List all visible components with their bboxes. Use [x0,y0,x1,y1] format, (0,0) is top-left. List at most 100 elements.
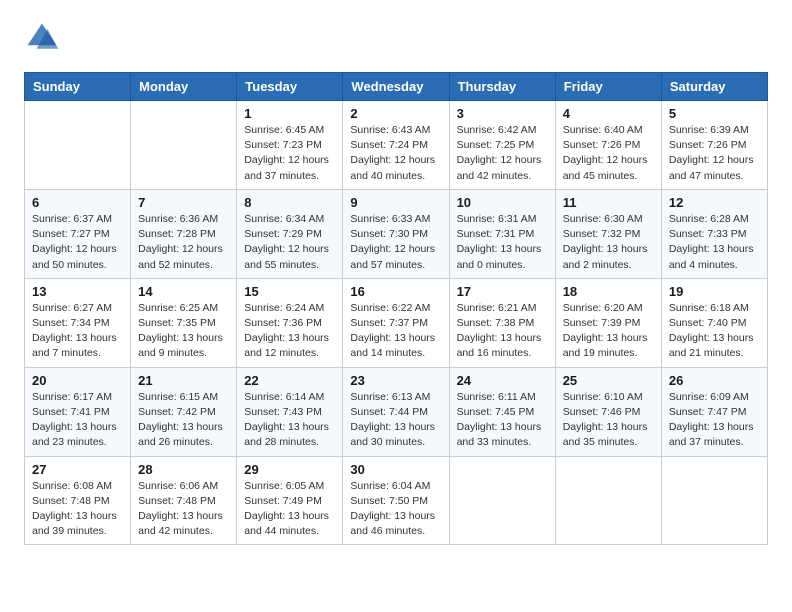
day-info: Sunrise: 6:08 AM Sunset: 7:48 PM Dayligh… [32,479,123,540]
calendar-cell: 2 Sunrise: 6:43 AM Sunset: 7:24 PM Daylig… [343,101,449,190]
day-header-wednesday: Wednesday [343,73,449,101]
calendar-cell: 12Sunrise: 6:28 AM Sunset: 7:33 PM Dayli… [661,189,767,278]
logo-icon [24,20,60,56]
day-header-thursday: Thursday [449,73,555,101]
day-header-monday: Monday [131,73,237,101]
day-number: 21 [138,373,229,388]
calendar-cell: 18 Sunrise: 6:20 AM Sunset: 7:39 PM Dayli… [555,278,661,367]
day-info: Sunrise: 6:17 AM Sunset: 7:41 PM Dayligh… [32,390,123,451]
calendar-week-3: 13Sunrise: 6:27 AM Sunset: 7:34 PM Dayli… [25,278,768,367]
day-info: Sunrise: 6:42 AM Sunset: 7:25 PM Dayligh… [457,123,548,184]
day-info: Sunrise: 6:21 AM Sunset: 7:38 PM Dayligh… [457,301,548,362]
day-number: 25 [563,373,654,388]
day-number: 3 [457,106,548,121]
calendar-cell: 24Sunrise: 6:11 AM Sunset: 7:45 PM Dayli… [449,367,555,456]
calendar-cell: 4 Sunrise: 6:40 AM Sunset: 7:26 PM Daylig… [555,101,661,190]
day-info: Sunrise: 6:33 AM Sunset: 7:30 PM Dayligh… [350,212,441,273]
calendar-cell: 14Sunrise: 6:25 AM Sunset: 7:35 PM Dayli… [131,278,237,367]
calendar-cell: 5 Sunrise: 6:39 AM Sunset: 7:26 PM Daylig… [661,101,767,190]
day-number: 18 [563,284,654,299]
calendar-cell: 16 Sunrise: 6:22 AM Sunset: 7:37 PM Dayli… [343,278,449,367]
day-info: Sunrise: 6:20 AM Sunset: 7:39 PM Dayligh… [563,301,654,362]
day-number: 7 [138,195,229,210]
day-info: Sunrise: 6:18 AM Sunset: 7:40 PM Dayligh… [669,301,760,362]
calendar-cell: 20 Sunrise: 6:17 AM Sunset: 7:41 PM Dayli… [25,367,131,456]
calendar-header-row: SundayMondayTuesdayWednesdayThursdayFrid… [25,73,768,101]
day-header-tuesday: Tuesday [237,73,343,101]
calendar-cell: 9 Sunrise: 6:33 AM Sunset: 7:30 PM Daylig… [343,189,449,278]
calendar-cell [449,456,555,545]
calendar-header: SundayMondayTuesdayWednesdayThursdayFrid… [25,73,768,101]
calendar-cell: 28 Sunrise: 6:06 AM Sunset: 7:48 PM Dayli… [131,456,237,545]
day-number: 5 [669,106,760,121]
day-number: 4 [563,106,654,121]
calendar-cell: 25 Sunrise: 6:10 AM Sunset: 7:46 PM Dayli… [555,367,661,456]
day-info: Sunrise: 6:28 AM Sunset: 7:33 PM Dayligh… [669,212,760,273]
day-number: 19 [669,284,760,299]
day-info: Sunrise: 6:24 AM Sunset: 7:36 PM Dayligh… [244,301,335,362]
calendar-cell [131,101,237,190]
day-number: 22 [244,373,335,388]
day-number: 9 [350,195,441,210]
calendar-cell [25,101,131,190]
calendar-cell: 21 Sunrise: 6:15 AM Sunset: 7:42 PM Dayli… [131,367,237,456]
day-info: Sunrise: 6:04 AM Sunset: 7:50 PM Dayligh… [350,479,441,540]
day-header-friday: Friday [555,73,661,101]
day-number: 20 [32,373,123,388]
calendar-cell: 23 Sunrise: 6:13 AM Sunset: 7:44 PM Dayli… [343,367,449,456]
day-info: Sunrise: 6:39 AM Sunset: 7:26 PM Dayligh… [669,123,760,184]
header [24,20,768,56]
calendar-cell: 30 Sunrise: 6:04 AM Sunset: 7:50 PM Dayli… [343,456,449,545]
calendar-cell: 27 Sunrise: 6:08 AM Sunset: 7:48 PM Dayli… [25,456,131,545]
calendar-cell: 17 Sunrise: 6:21 AM Sunset: 7:38 PM Dayli… [449,278,555,367]
calendar-cell [661,456,767,545]
day-number: 8 [244,195,335,210]
calendar-week-5: 27 Sunrise: 6:08 AM Sunset: 7:48 PM Dayli… [25,456,768,545]
calendar-cell: 19 Sunrise: 6:18 AM Sunset: 7:40 PM Dayli… [661,278,767,367]
calendar-cell: 15 Sunrise: 6:24 AM Sunset: 7:36 PM Dayli… [237,278,343,367]
day-info: Sunrise: 6:37 AM Sunset: 7:27 PM Dayligh… [32,212,123,273]
calendar-cell: 22Sunrise: 6:14 AM Sunset: 7:43 PM Dayli… [237,367,343,456]
calendar-cell: 3 Sunrise: 6:42 AM Sunset: 7:25 PM Daylig… [449,101,555,190]
day-number: 27 [32,462,123,477]
day-info: Sunrise: 6:13 AM Sunset: 7:44 PM Dayligh… [350,390,441,451]
calendar-week-4: 20 Sunrise: 6:17 AM Sunset: 7:41 PM Dayli… [25,367,768,456]
day-info: Sunrise: 6:06 AM Sunset: 7:48 PM Dayligh… [138,479,229,540]
calendar-cell: 26 Sunrise: 6:09 AM Sunset: 7:47 PM Dayli… [661,367,767,456]
calendar-cell: 6 Sunrise: 6:37 AM Sunset: 7:27 PM Daylig… [25,189,131,278]
day-info: Sunrise: 6:27 AM Sunset: 7:34 PM Dayligh… [32,301,123,362]
day-info: Sunrise: 6:43 AM Sunset: 7:24 PM Dayligh… [350,123,441,184]
day-info: Sunrise: 6:10 AM Sunset: 7:46 PM Dayligh… [563,390,654,451]
day-info: Sunrise: 6:09 AM Sunset: 7:47 PM Dayligh… [669,390,760,451]
day-info: Sunrise: 6:11 AM Sunset: 7:45 PM Dayligh… [457,390,548,451]
calendar-cell: 7Sunrise: 6:36 AM Sunset: 7:28 PM Daylig… [131,189,237,278]
calendar-cell: 8 Sunrise: 6:34 AM Sunset: 7:29 PM Daylig… [237,189,343,278]
day-header-sunday: Sunday [25,73,131,101]
calendar-body: 1Sunrise: 6:45 AM Sunset: 7:23 PM Daylig… [25,101,768,545]
day-number: 23 [350,373,441,388]
day-info: Sunrise: 6:22 AM Sunset: 7:37 PM Dayligh… [350,301,441,362]
day-info: Sunrise: 6:45 AM Sunset: 7:23 PM Dayligh… [244,123,335,184]
day-number: 30 [350,462,441,477]
day-number: 28 [138,462,229,477]
calendar-week-1: 1Sunrise: 6:45 AM Sunset: 7:23 PM Daylig… [25,101,768,190]
day-info: Sunrise: 6:15 AM Sunset: 7:42 PM Dayligh… [138,390,229,451]
day-info: Sunrise: 6:34 AM Sunset: 7:29 PM Dayligh… [244,212,335,273]
day-number: 6 [32,195,123,210]
calendar-cell: 1Sunrise: 6:45 AM Sunset: 7:23 PM Daylig… [237,101,343,190]
day-info: Sunrise: 6:40 AM Sunset: 7:26 PM Dayligh… [563,123,654,184]
calendar-table: SundayMondayTuesdayWednesdayThursdayFrid… [24,72,768,545]
day-info: Sunrise: 6:30 AM Sunset: 7:32 PM Dayligh… [563,212,654,273]
day-info: Sunrise: 6:05 AM Sunset: 7:49 PM Dayligh… [244,479,335,540]
logo [24,20,64,56]
calendar-cell: 29Sunrise: 6:05 AM Sunset: 7:49 PM Dayli… [237,456,343,545]
day-number: 11 [563,195,654,210]
day-number: 17 [457,284,548,299]
day-number: 2 [350,106,441,121]
day-number: 16 [350,284,441,299]
calendar-week-2: 6 Sunrise: 6:37 AM Sunset: 7:27 PM Daylig… [25,189,768,278]
day-number: 15 [244,284,335,299]
day-number: 26 [669,373,760,388]
day-header-saturday: Saturday [661,73,767,101]
calendar-cell: 11 Sunrise: 6:30 AM Sunset: 7:32 PM Dayli… [555,189,661,278]
